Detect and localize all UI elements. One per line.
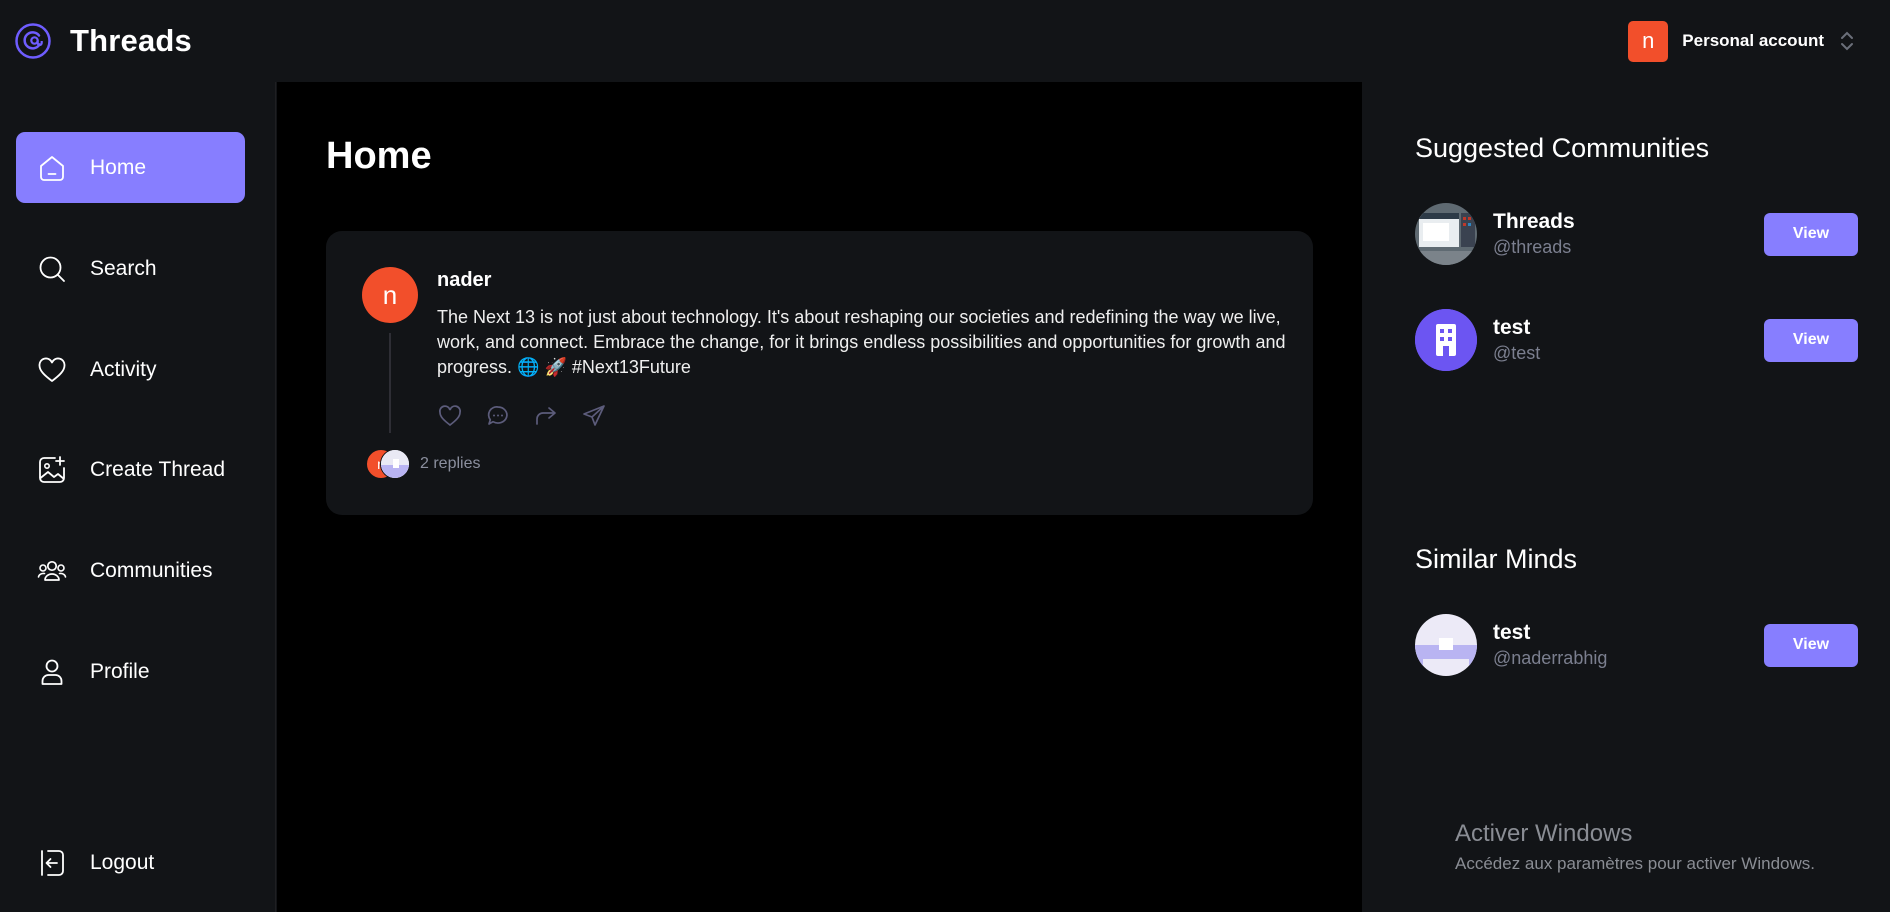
community-item: Threads @threads View: [1415, 202, 1858, 266]
community-name[interactable]: test: [1493, 316, 1764, 340]
community-avatar[interactable]: [1415, 309, 1477, 371]
threads-logo-icon: [15, 23, 51, 59]
logout-button[interactable]: Logout: [16, 827, 245, 898]
sidebar-item-label: Create Thread: [90, 457, 226, 481]
sidebar-item-home[interactable]: Home: [16, 132, 245, 203]
replies-row[interactable]: n 2 replies: [366, 449, 480, 479]
view-user-button[interactable]: View: [1764, 623, 1858, 667]
share-icon[interactable]: [581, 403, 607, 429]
community-avatar[interactable]: [1415, 203, 1477, 265]
sidebar-item-label: Home: [90, 155, 147, 179]
user-name[interactable]: test: [1493, 621, 1764, 645]
left-sidebar: Home Search Activity Create Thread Commu…: [0, 82, 276, 912]
building-icon: [1415, 309, 1477, 371]
logout-label: Logout: [90, 850, 155, 874]
thread-actions: [437, 403, 607, 429]
default-avatar-icon: [381, 450, 409, 478]
thread-content: The Next 13 is not just about technology…: [437, 307, 1286, 377]
user-avatar[interactable]: [1415, 614, 1477, 676]
account-switcher[interactable]: n Personal account: [1628, 20, 1856, 62]
community-image: [1415, 203, 1477, 265]
watermark-title: Activer Windows: [1455, 820, 1633, 847]
sidebar-item-search[interactable]: Search: [16, 233, 245, 304]
suggested-communities-title: Suggested Communities: [1415, 133, 1710, 163]
home-icon: [40, 155, 64, 181]
sidebar-item-label: Profile: [90, 659, 150, 683]
sidebar-item-label: Communities: [90, 558, 213, 582]
heart-icon[interactable]: [437, 403, 463, 429]
create-image-icon: [39, 455, 65, 483]
right-sidebar: Suggested Communities Threads @threads V…: [1363, 82, 1890, 912]
repost-icon[interactable]: [533, 403, 559, 429]
sidebar-item-profile[interactable]: Profile: [16, 636, 245, 707]
author-avatar[interactable]: n: [362, 267, 418, 323]
heart-icon: [38, 357, 66, 382]
community-handle: @threads: [1493, 237, 1572, 257]
user-icon: [41, 659, 63, 685]
similar-minds-title: Similar Minds: [1415, 544, 1578, 574]
main-feed: Home n nader The Next 13 is not just abo…: [277, 82, 1362, 912]
community-info: Threads @threads: [1493, 210, 1764, 258]
author-name[interactable]: nader: [437, 269, 491, 292]
top-bar: Threads n Personal account: [0, 0, 1890, 82]
user-handle: @naderrabhig: [1493, 648, 1608, 668]
sidebar-item-create-thread[interactable]: Create Thread: [16, 434, 245, 505]
logout-icon: [41, 849, 64, 876]
view-community-button[interactable]: View: [1764, 318, 1858, 362]
users-icon: [37, 560, 67, 581]
community-handle: @test: [1493, 343, 1541, 363]
user-info: test @naderrabhig: [1493, 621, 1764, 669]
thread-card: n nader The Next 13 is not just about te…: [326, 231, 1313, 515]
user-item: test @naderrabhig View: [1415, 613, 1858, 677]
page-title: Home: [326, 135, 432, 177]
chevron-up-down-icon[interactable]: [1838, 29, 1856, 53]
account-avatar: n: [1628, 20, 1669, 62]
thread-line: [389, 333, 391, 433]
app-name: Threads: [70, 23, 192, 58]
account-label: Personal account: [1682, 31, 1824, 50]
watermark-subtitle: Accédez aux paramètres pour activer Wind…: [1455, 854, 1815, 873]
sidebar-item-communities[interactable]: Communities: [16, 535, 245, 606]
default-avatar-icon: [1415, 614, 1477, 676]
reply-icon[interactable]: [485, 403, 511, 429]
sidebar-item-label: Activity: [90, 357, 157, 381]
community-item: test @test View: [1415, 308, 1858, 372]
replies-count[interactable]: 2 replies: [420, 455, 480, 473]
brand[interactable]: Threads: [14, 22, 192, 60]
sidebar-item-label: Search: [90, 256, 157, 280]
search-icon: [39, 256, 65, 282]
community-name[interactable]: Threads: [1493, 210, 1764, 234]
sidebar-item-activity[interactable]: Activity: [16, 334, 245, 405]
community-info: test @test: [1493, 316, 1764, 364]
windows-activation-watermark: Activer Windows Accédez aux paramètres p…: [1455, 820, 1815, 874]
view-community-button[interactable]: View: [1764, 212, 1858, 256]
reply-avatar: [380, 449, 410, 479]
